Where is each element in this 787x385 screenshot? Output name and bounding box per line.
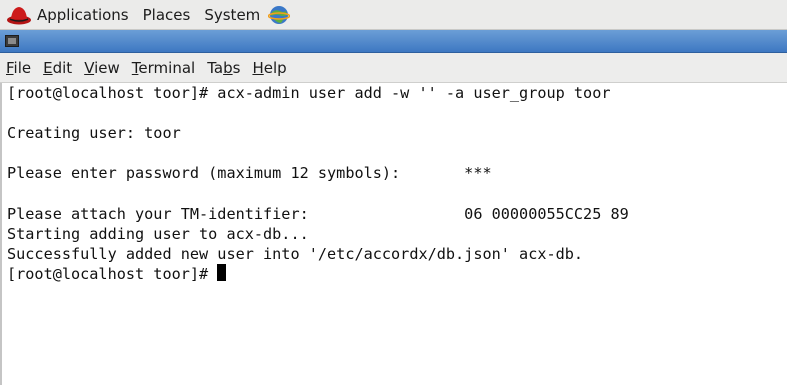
redhat-logo-icon — [7, 6, 31, 24]
terminal-line: Please enter password (maximum 12 symbol… — [7, 164, 492, 182]
terminal-line: Starting adding user to acx-db... — [7, 225, 309, 243]
places-menu[interactable]: Places — [143, 0, 191, 30]
web-browser-launcher-icon[interactable] — [268, 4, 291, 26]
window-titlebar[interactable] — [0, 30, 787, 53]
menu-help[interactable]: Help — [252, 59, 286, 77]
text-cursor — [217, 264, 227, 281]
terminal-output[interactable]: [root@localhost toor]# acx-admin user ad… — [0, 83, 787, 385]
terminal-left-edge — [0, 83, 2, 385]
menubar: File Edit View Terminal Tabs Help — [0, 53, 787, 83]
system-label: System — [204, 5, 261, 24]
menu-view[interactable]: View — [84, 59, 120, 77]
terminal-line: Successfully added new user into '/etc/a… — [7, 245, 584, 263]
menu-tabs[interactable]: Tabs — [207, 59, 240, 77]
menu-terminal[interactable]: Terminal — [132, 59, 195, 77]
terminal-line: Creating user: toor — [7, 124, 181, 142]
system-menu[interactable]: System — [204, 0, 260, 30]
menu-file[interactable]: File — [6, 59, 31, 77]
top-panel: Applications Places System — [0, 0, 787, 30]
terminal-line: Please attach your TM-identifier: 06 000… — [7, 205, 629, 223]
applications-label: Applications — [37, 5, 129, 24]
applications-menu[interactable]: Applications — [6, 0, 129, 30]
terminal-window-icon — [5, 35, 19, 47]
terminal-prompt: [root@localhost toor]# — [7, 265, 218, 283]
places-label: Places — [142, 5, 191, 24]
menu-edit[interactable]: Edit — [43, 59, 72, 77]
terminal-line: [root@localhost toor]# acx-admin user ad… — [7, 84, 611, 102]
terminal-prompt-line: [root@localhost toor]# — [7, 264, 227, 284]
